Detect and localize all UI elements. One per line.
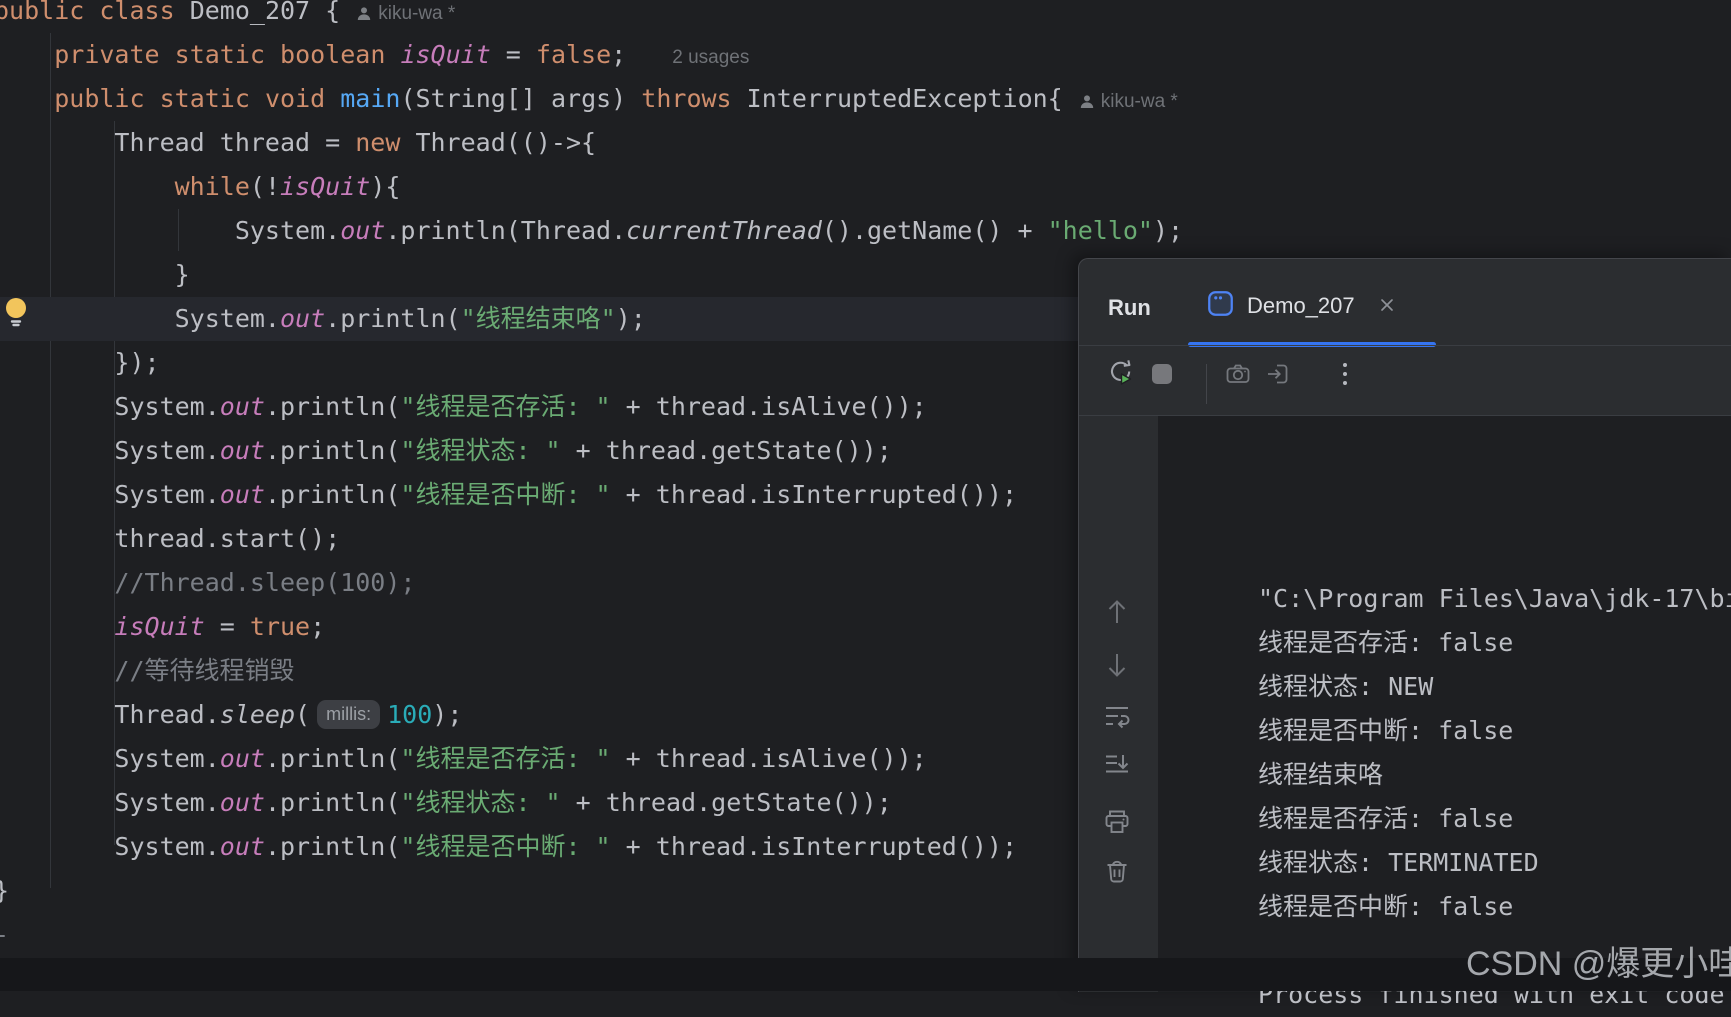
down-arrow-icon[interactable] xyxy=(1099,647,1135,683)
watermark: CSDN @爆更小哇 xyxy=(1466,936,1731,985)
run-tool-window: Run Demo_207 xyxy=(1078,258,1731,992)
code-line: Thread thread = new Thread(()->{ xyxy=(0,121,1731,165)
console-line: 线程是否中断: false xyxy=(1258,885,1731,929)
scroll-to-end-icon[interactable] xyxy=(1099,748,1135,784)
console-line: 线程状态: NEW xyxy=(1258,665,1731,709)
console-line: 线程结束咯 xyxy=(1258,753,1731,797)
code-line: private static boolean isQuit = false;2 … xyxy=(0,33,1731,77)
code-line: public class Demo_207 {kiku-wa * xyxy=(0,0,1731,33)
camera-snapshot-icon[interactable] xyxy=(1222,358,1254,390)
inlay-parameter-hint: millis: xyxy=(317,700,380,729)
run-tab-demo-207[interactable]: Demo_207 xyxy=(1207,289,1395,323)
stop-button[interactable] xyxy=(1146,358,1178,390)
run-panel-title: Run xyxy=(1108,295,1151,321)
user-icon xyxy=(356,6,372,22)
dump-threads-icon[interactable] xyxy=(1262,358,1294,390)
close-icon[interactable] xyxy=(1379,297,1395,318)
code-line: public static void main(String[] args) t… xyxy=(0,77,1731,121)
console-toolbar xyxy=(1079,416,1158,992)
console-line: 线程是否中断: false xyxy=(1258,709,1731,753)
console-line: 线程状态: TERMINATED xyxy=(1258,841,1731,885)
run-tab-label: Demo_207 xyxy=(1247,293,1355,319)
rerun-button[interactable] xyxy=(1105,356,1137,388)
console-output[interactable]: "C:\Program Files\Java\jdk-17\bin\j线程是否存… xyxy=(1158,416,1731,992)
code-line: while(!isQuit){ xyxy=(0,165,1731,209)
intention-lightbulb-icon[interactable] xyxy=(4,296,30,332)
print-icon[interactable] xyxy=(1099,804,1135,840)
up-arrow-icon[interactable] xyxy=(1099,594,1135,630)
more-options-kebab-icon[interactable] xyxy=(1329,358,1361,390)
code-line: System.out.println("线程结束咯"); xyxy=(0,297,1078,341)
run-toolbar xyxy=(1079,346,1731,416)
toolbar-separator xyxy=(1206,364,1207,404)
run-configuration-icon xyxy=(1207,290,1234,322)
user-icon xyxy=(1079,94,1095,110)
clear-console-trash-icon[interactable] xyxy=(1099,854,1135,890)
console-line: 线程是否存活: false xyxy=(1258,797,1731,841)
console-line: "C:\Program Files\Java\jdk-17\bin\j xyxy=(1258,577,1731,621)
code-line: System.out.println(Thread.currentThread(… xyxy=(0,209,1731,253)
author-annotation[interactable]: kiku-wa * xyxy=(1079,91,1178,112)
usages-annotation[interactable]: 2 usages xyxy=(672,47,749,68)
console-line: 线程是否存活: false xyxy=(1258,621,1731,665)
soft-wrap-icon[interactable] xyxy=(1099,699,1135,735)
author-annotation[interactable]: kiku-wa * xyxy=(356,3,455,24)
